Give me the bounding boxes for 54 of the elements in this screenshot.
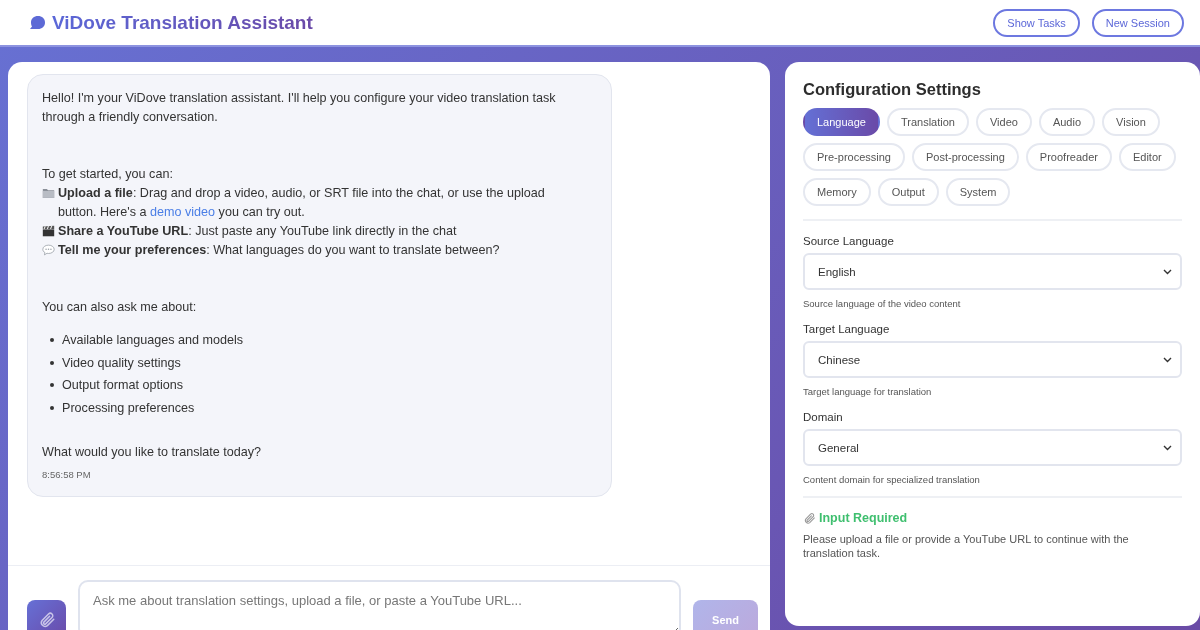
- field-label: Domain: [803, 411, 844, 423]
- paperclip-icon: [37, 610, 56, 629]
- settings-tab[interactable]: Video: [975, 108, 1032, 136]
- settings-tab[interactable]: Post-processing: [912, 143, 1019, 171]
- message-text: You can also ask me about:: [42, 299, 198, 316]
- chevron-down-icon: [1163, 268, 1172, 275]
- folder-icon: [42, 187, 55, 199]
- message-time: 8:56:58 PM: [42, 468, 92, 482]
- header-button[interactable]: Show Tasks: [993, 8, 1080, 37]
- message-text: Tell me your preferences: What languages do you want to translate between?: [58, 242, 501, 259]
- notice-title: Input Required: [819, 511, 908, 525]
- message-input[interactable]: Ask me about translation settings, upload a file, or paste a YouTube URL...: [78, 580, 681, 630]
- settings-tab[interactable]: Output: [877, 178, 939, 206]
- bullet-item: Available languages and models: [62, 332, 244, 349]
- bullet-item: Processing preferences: [62, 399, 195, 417]
- chevron-down-icon: [1163, 444, 1172, 451]
- header-button[interactable]: New Session: [1091, 8, 1184, 37]
- speech-bubble-icon: [42, 244, 55, 256]
- clapperboard-icon: [42, 225, 55, 237]
- chat-bubble-icon: [28, 14, 46, 31]
- settings-tab[interactable]: Proofreader: [1025, 143, 1112, 171]
- bullet-item: Video quality settings: [62, 354, 181, 372]
- help-text: Target language for translation: [803, 386, 933, 397]
- message-text: Upload a file: Drag and drop a video, audio, or SRT file into the chat, or use the upload button. Here's a demo video you can try out.: [58, 185, 546, 221]
- notice-text: Please upload a file or provide a YouTube URL to continue with the translation task.: [803, 532, 1130, 560]
- settings-tab[interactable]: Language: [803, 108, 880, 136]
- bullet-item: Output format options: [62, 377, 184, 394]
- bullet-icon: [50, 383, 54, 388]
- select-field[interactable]: General: [803, 429, 1182, 466]
- bullet-icon: [50, 338, 54, 343]
- attach-button[interactable]: [27, 600, 66, 630]
- help-text: Source language of the video content: [803, 298, 962, 309]
- demo-link[interactable]: demo video: [150, 205, 216, 219]
- message-text: Share a YouTube URL: Just paste any YouTube link directly in the chat: [58, 223, 458, 240]
- bullet-icon: [50, 405, 54, 410]
- select-field[interactable]: English: [803, 253, 1182, 290]
- help-text: Content domain for specialized translation: [803, 474, 981, 485]
- settings-tab[interactable]: Vision: [1102, 108, 1160, 136]
- settings-tab[interactable]: System: [945, 178, 1011, 206]
- settings-tab[interactable]: Pre-processing: [803, 143, 905, 171]
- chevron-down-icon: [1163, 356, 1172, 363]
- paperclip-icon: [803, 511, 816, 525]
- settings-tab[interactable]: Editor: [1118, 143, 1176, 171]
- bullet-icon: [50, 360, 54, 365]
- settings-tab[interactable]: Memory: [803, 178, 871, 206]
- message-text: To get started, you can:: [42, 166, 174, 183]
- message-text: Hello! I'm your ViDove translation assistant. I'll help you configure your video translation task through a friendly conversation.: [42, 90, 557, 126]
- settings-tab[interactable]: Translation: [886, 108, 969, 136]
- field-label: Source Language: [803, 235, 895, 247]
- select-field[interactable]: Chinese: [803, 341, 1182, 378]
- field-label: Target Language: [803, 323, 891, 335]
- settings-tab[interactable]: Audio: [1038, 108, 1096, 136]
- panel-title: Configuration Settings: [803, 80, 982, 99]
- message-text: What would you like to translate today?: [42, 444, 263, 461]
